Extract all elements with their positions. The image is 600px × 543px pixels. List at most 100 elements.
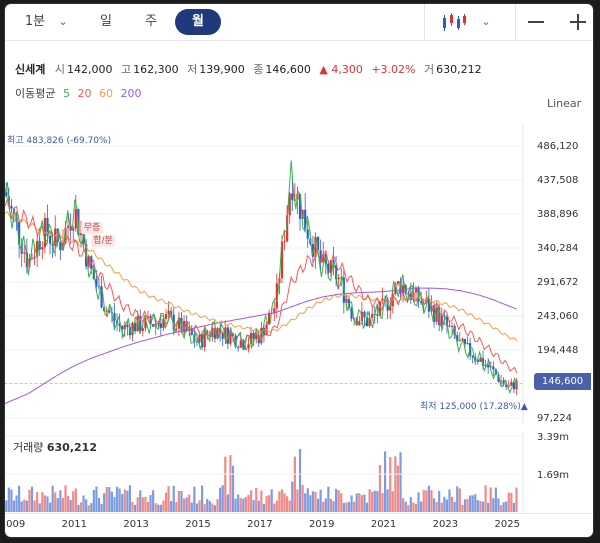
candle-body bbox=[448, 325, 451, 327]
zoom-out-icon[interactable] bbox=[528, 21, 544, 23]
volume-bar bbox=[12, 500, 16, 512]
volume-label: 거 bbox=[424, 63, 435, 76]
volume-bar bbox=[327, 486, 330, 512]
candle-body bbox=[97, 286, 101, 288]
volume-bar bbox=[152, 490, 155, 512]
volume-bar bbox=[226, 494, 229, 512]
volume-bar bbox=[311, 491, 315, 512]
price-chart[interactable]: 486,120 437,508 388,896 340,284 291,672 243,0… bbox=[5, 124, 593, 424]
volume-bar bbox=[386, 489, 389, 512]
volume-bar bbox=[510, 492, 513, 512]
y-tick-label: 486,120 bbox=[537, 141, 578, 152]
divider bbox=[424, 4, 425, 40]
open-label: 시 bbox=[54, 63, 65, 76]
volume-bar bbox=[77, 504, 80, 512]
tab-minute[interactable]: 1분 bbox=[17, 4, 53, 40]
high-value: 162,300 bbox=[133, 63, 179, 76]
tab-day[interactable]: 일 bbox=[93, 4, 119, 40]
scale-toggle[interactable]: Linear bbox=[547, 97, 581, 110]
volume-bar bbox=[118, 488, 121, 512]
candle-body bbox=[164, 313, 168, 319]
volume-bar bbox=[69, 499, 72, 512]
volume-bar bbox=[469, 495, 472, 512]
volume-bar bbox=[273, 503, 276, 512]
volume-bar bbox=[270, 489, 273, 512]
volume-bar bbox=[177, 490, 181, 512]
chevron-down-icon[interactable]: ⌄ bbox=[479, 4, 493, 40]
volume-bar bbox=[110, 491, 113, 512]
volume-bar bbox=[36, 492, 39, 512]
volume-bar bbox=[257, 500, 260, 512]
volume-bar bbox=[378, 465, 382, 512]
volume-bar bbox=[20, 501, 23, 512]
close-label: 종 bbox=[253, 63, 264, 76]
volume-bar bbox=[87, 505, 90, 512]
zoom-in-icon[interactable] bbox=[570, 14, 586, 30]
volume-bar bbox=[136, 497, 139, 512]
volume-bar bbox=[97, 498, 101, 512]
candle-body bbox=[247, 344, 250, 349]
volume-bar bbox=[280, 489, 284, 512]
volume-bar bbox=[74, 488, 77, 512]
volume-bar bbox=[249, 490, 253, 512]
ma5-legend: 5 bbox=[62, 87, 70, 100]
volume-bar bbox=[128, 485, 132, 512]
volume-bar bbox=[206, 499, 209, 512]
volume-bar bbox=[368, 489, 371, 512]
volume-bar bbox=[373, 490, 376, 512]
corporate-event-tag[interactable]: 합/분 bbox=[91, 235, 115, 247]
volume-bar bbox=[198, 500, 201, 512]
candlestick-icon[interactable] bbox=[441, 12, 467, 32]
volume-bar bbox=[293, 456, 296, 512]
volume-bar bbox=[231, 465, 235, 512]
volume-bar bbox=[180, 490, 183, 512]
volume-chart[interactable]: 3.39m 1.69m bbox=[5, 432, 593, 513]
volume-bar bbox=[224, 456, 227, 512]
chart-window: 1분 ⌄ 일 주 월 ⌄ 신세계 시 142,000 고 162,300 저 139,… bbox=[5, 4, 593, 537]
candle-body bbox=[396, 281, 400, 284]
volume-bar bbox=[239, 498, 242, 512]
y-tick-label: 340,284 bbox=[537, 243, 578, 254]
volume-bar bbox=[244, 496, 248, 512]
volume-bar bbox=[407, 505, 410, 512]
candle-body bbox=[195, 341, 199, 343]
volume-bar bbox=[360, 495, 363, 512]
volume-bar bbox=[345, 502, 348, 512]
volume-bar bbox=[440, 502, 443, 512]
tab-month[interactable]: 월 bbox=[175, 9, 221, 35]
volume-bar bbox=[322, 501, 325, 512]
volume-bar bbox=[242, 498, 245, 512]
volume-bar bbox=[265, 496, 268, 512]
volume-bar bbox=[304, 493, 307, 512]
tab-week[interactable]: 주 bbox=[138, 4, 164, 40]
volume-bar bbox=[43, 495, 46, 512]
stock-name: 신세계 bbox=[15, 63, 46, 76]
corporate-event-tag[interactable]: 무증 bbox=[81, 222, 103, 234]
y-tick-label: 437,508 bbox=[537, 175, 578, 186]
volume-bar bbox=[193, 486, 196, 512]
volume-bar bbox=[262, 503, 266, 512]
quote-summary: 신세계 시 142,000 고 162,300 저 139,900 종 146,600 … bbox=[15, 61, 487, 77]
x-axis: 2009 2011 2013 2015 2017 2019 2021 2023 2025 bbox=[5, 513, 593, 537]
volume-bar bbox=[41, 492, 44, 512]
volume-bar bbox=[422, 489, 425, 512]
moving-average-legend[interactable]: 이동평균 5 20 60 200 bbox=[15, 85, 145, 101]
volume-bar bbox=[479, 500, 482, 512]
volume-bar bbox=[489, 487, 492, 512]
volume-bar bbox=[389, 457, 392, 512]
volume-bar bbox=[10, 489, 13, 512]
divider bbox=[515, 4, 516, 40]
volume-bar bbox=[126, 490, 129, 512]
ma60-legend: 60 bbox=[98, 87, 113, 100]
volume-bar bbox=[133, 504, 137, 512]
volume-bar bbox=[90, 503, 93, 512]
candle-body bbox=[66, 225, 70, 228]
candle-body bbox=[237, 347, 240, 349]
chevron-down-icon[interactable]: ⌄ bbox=[55, 4, 71, 40]
volume-bar bbox=[381, 493, 384, 512]
close-value: 146,600 bbox=[265, 63, 311, 76]
volume-bar bbox=[466, 498, 469, 512]
volume-bar bbox=[229, 455, 232, 512]
volume-tick-label: 1.69m bbox=[537, 470, 569, 481]
candle-body bbox=[23, 252, 26, 254]
